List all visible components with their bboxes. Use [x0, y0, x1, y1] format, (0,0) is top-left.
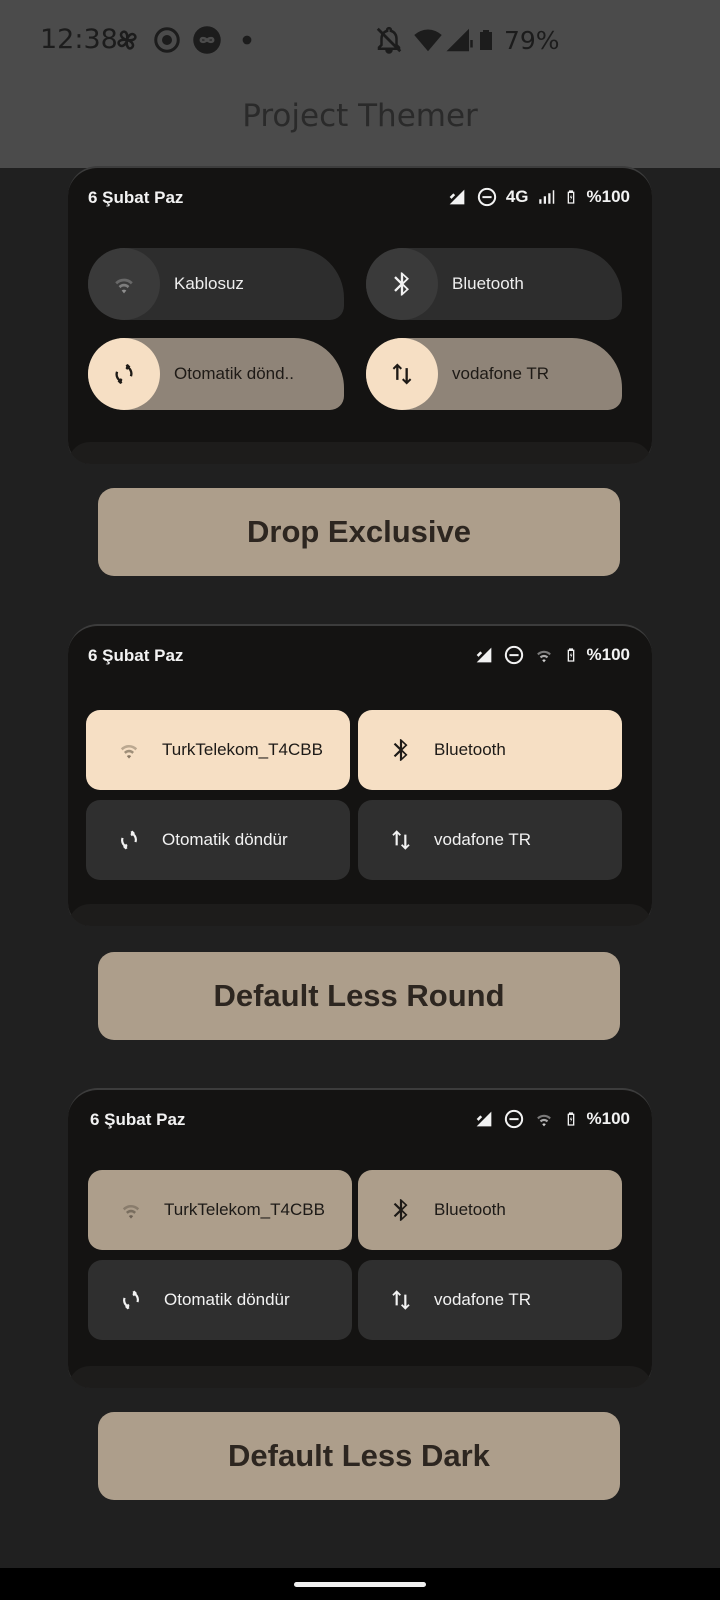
navigation-bar [0, 1568, 720, 1600]
wifi-icon [116, 737, 142, 763]
tile-mobile-data[interactable]: vodafone TR [366, 338, 622, 410]
mobile-data-icon [388, 827, 414, 853]
call-signal-icon [473, 1108, 495, 1130]
mobile-data-icon [388, 1287, 414, 1313]
preview-status-icons: %100 [473, 642, 630, 668]
auto-rotate-icon [110, 360, 138, 388]
dnd-icon [503, 1108, 525, 1130]
preview-battery: %100 [586, 187, 630, 206]
tile-auto-rotate[interactable]: Otomatik döndür [88, 1260, 352, 1340]
gesture-handle[interactable] [294, 1582, 426, 1587]
tile-wifi[interactable]: TurkTelekom_T4CBB [86, 710, 350, 790]
tile-bluetooth[interactable]: Bluetooth [358, 710, 622, 790]
tile-label: TurkTelekom_T4CBB [162, 740, 323, 759]
mobile-data-icon [388, 360, 416, 388]
battery-saver-icon [563, 1108, 579, 1130]
tile-wifi[interactable]: TurkTelekom_T4CBB [88, 1170, 352, 1250]
tile-bluetooth[interactable]: Bluetooth [358, 1170, 622, 1250]
wifi-icon [533, 644, 555, 666]
preview-status-icons: %100 [473, 1106, 630, 1132]
app-title: Project Themer [242, 98, 478, 134]
tile-label: vodafone TR [434, 830, 532, 849]
call-signal-icon [473, 644, 495, 666]
default-less-dark-button[interactable]: Default Less Dark [98, 1412, 620, 1500]
cell-signal-icon [537, 186, 555, 208]
tile-auto-rotate[interactable]: Otomatik dönd.. [88, 338, 344, 410]
bluetooth-icon [388, 737, 414, 763]
tile-auto-rotate[interactable]: Otomatik döndür [86, 800, 350, 880]
battery-percent: 79% [504, 26, 560, 55]
wifi-icon [533, 1108, 555, 1130]
network-type: 4G [505, 187, 529, 206]
tile-icon-bubble [88, 338, 160, 410]
record-icon [152, 24, 182, 56]
dot-icon [232, 24, 262, 56]
signal-icon [444, 24, 474, 56]
tile-icon-bubble [88, 248, 160, 320]
tile-label: TurkTelekom_T4CBB [164, 1200, 325, 1219]
battery-saver-icon [563, 644, 579, 666]
battery-icon [474, 24, 498, 56]
default-less-round-button[interactable]: Default Less Round [98, 952, 620, 1040]
preview-date: 6 Şubat Paz [88, 646, 184, 665]
preview-date: 6 Şubat Paz [90, 1110, 186, 1129]
tile-icon-bubble [366, 248, 438, 320]
tile-label: Kablosuz [174, 274, 244, 293]
preview-bottom-strip [68, 442, 652, 464]
theme-preview-default-less-round: 6 Şubat Paz %100 TurkTelekom_T4CBB Bluet… [68, 624, 652, 926]
infinity-icon [192, 24, 222, 56]
tile-label: Bluetooth [434, 740, 506, 759]
wifi-icon [118, 1197, 144, 1223]
pinwheel-icon [112, 24, 142, 56]
tile-label: vodafone TR [452, 364, 550, 383]
dnd-icon [476, 186, 498, 208]
bluetooth-icon [388, 270, 416, 298]
tile-label: Otomatik döndür [162, 830, 288, 849]
tile-wifi[interactable]: Kablosuz [88, 248, 344, 320]
wifi-icon [412, 24, 444, 56]
preview-date: 6 Şubat Paz [88, 188, 184, 207]
tile-icon-bubble [366, 338, 438, 410]
preview-bottom-strip [68, 904, 652, 926]
theme-preview-drop-exclusive: 6 Şubat Paz 4G %100 Kablosuz Bluetooth O… [68, 166, 652, 464]
bell-off-icon [374, 24, 404, 56]
theme-preview-default-less-dark: 6 Şubat Paz %100 TurkTelekom_T4CBB Bluet… [68, 1088, 652, 1388]
status-bar: 12:38 79% [0, 0, 720, 84]
preview-status-icons: 4G %100 [446, 184, 630, 210]
tile-mobile-data[interactable]: vodafone TR [358, 1260, 622, 1340]
tile-label: vodafone TR [434, 1290, 532, 1309]
preview-bottom-strip [68, 1366, 652, 1388]
tile-label: Bluetooth [452, 274, 524, 293]
drop-exclusive-button[interactable]: Drop Exclusive [98, 488, 620, 576]
bluetooth-icon [388, 1197, 414, 1223]
battery-saver-icon [563, 186, 579, 208]
auto-rotate-icon [116, 827, 142, 853]
tile-label: Bluetooth [434, 1200, 506, 1219]
top-app-bar: 12:38 79% Project Themer [0, 0, 720, 168]
status-time: 12:38 [40, 24, 118, 55]
auto-rotate-icon [118, 1287, 144, 1313]
preview-battery: %100 [586, 1109, 630, 1128]
wifi-icon [110, 270, 138, 298]
tile-bluetooth[interactable]: Bluetooth [366, 248, 622, 320]
dnd-icon [503, 644, 525, 666]
preview-battery: %100 [586, 645, 630, 664]
tile-label: Otomatik dönd.. [174, 364, 295, 383]
tile-mobile-data[interactable]: vodafone TR [358, 800, 622, 880]
tile-label: Otomatik döndür [164, 1290, 290, 1309]
call-signal-icon [446, 186, 468, 208]
